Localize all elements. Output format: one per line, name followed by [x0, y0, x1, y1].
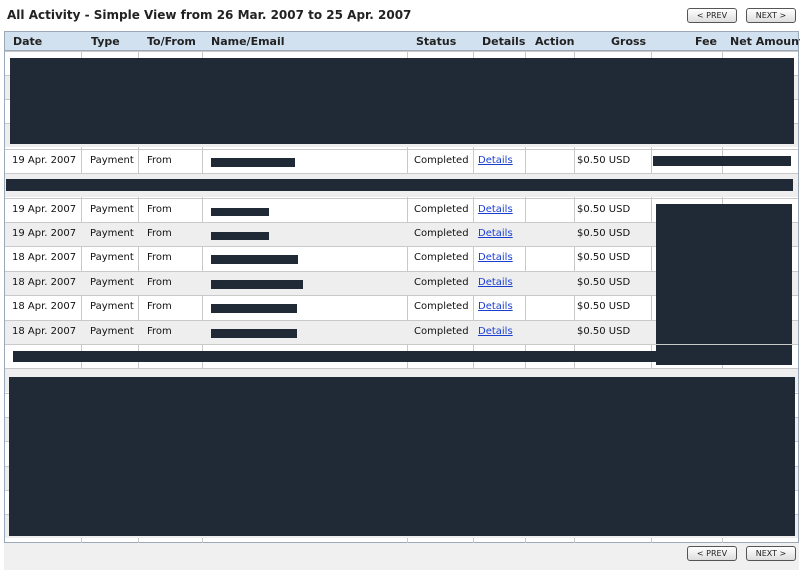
prev-button-top[interactable]: < PREV	[687, 8, 737, 23]
row-date: 18 Apr. 2007	[12, 252, 77, 263]
details-link[interactable]: Details	[478, 252, 513, 263]
row-gross: $0.50 USD	[577, 204, 631, 215]
row-status: Completed	[414, 326, 469, 337]
redacted-fee-net-block	[656, 204, 792, 365]
row-status: Completed	[414, 252, 469, 263]
redacted-name	[211, 255, 298, 264]
row-type: Payment	[90, 252, 134, 263]
row-date: 18 Apr. 2007	[12, 301, 77, 312]
redacted-block	[10, 58, 794, 144]
row-type: Payment	[90, 326, 134, 337]
page-title: All Activity - Simple View from 26 Mar. …	[7, 8, 412, 22]
row-type: Payment	[90, 301, 134, 312]
row-type: Payment	[90, 277, 134, 288]
row-status: Completed	[414, 155, 469, 166]
row-tofrom: From	[147, 204, 172, 215]
row-gross: $0.50 USD	[577, 228, 631, 239]
title-bar: All Activity - Simple View from 26 Mar. …	[0, 0, 800, 30]
redacted-row	[13, 351, 656, 362]
column-header-net-amount[interactable]: Net Amount	[730, 35, 800, 48]
row-date: 19 Apr. 2007	[12, 228, 77, 239]
row-tofrom: From	[147, 301, 172, 312]
column-header-date[interactable]: Date	[13, 35, 42, 48]
row-tofrom: From	[147, 252, 172, 263]
row-status: Completed	[414, 277, 469, 288]
table-row: 19 Apr. 2007 Payment From Completed Deta…	[5, 149, 798, 173]
column-header-fee[interactable]: Fee	[695, 35, 717, 48]
row-gross: $0.50 USD	[577, 277, 631, 288]
details-link[interactable]: Details	[478, 277, 513, 288]
row-gross: $0.50 USD	[577, 301, 631, 312]
row-gross: $0.50 USD	[577, 252, 631, 263]
redacted-name	[211, 304, 297, 313]
column-header-details[interactable]: Details	[482, 35, 525, 48]
redacted-name	[211, 208, 269, 216]
row-type: Payment	[90, 155, 134, 166]
row-date: 19 Apr. 2007	[12, 204, 77, 215]
row-gross: $0.50 USD	[577, 326, 631, 337]
row-type: Payment	[90, 228, 134, 239]
table-footer	[4, 543, 799, 570]
redacted-name	[211, 232, 269, 240]
row-tofrom: From	[147, 228, 172, 239]
row-status: Completed	[414, 301, 469, 312]
next-button-bottom[interactable]: NEXT >	[746, 546, 796, 561]
details-link[interactable]: Details	[478, 326, 513, 337]
column-header-gross[interactable]: Gross	[611, 35, 646, 48]
redacted-row	[6, 179, 793, 191]
row-status: Completed	[414, 204, 469, 215]
redacted-name	[211, 158, 295, 167]
row-tofrom: From	[147, 155, 172, 166]
column-header-type[interactable]: Type	[91, 35, 120, 48]
redacted-name	[211, 329, 297, 338]
row-date: 18 Apr. 2007	[12, 326, 77, 337]
column-header-status[interactable]: Status	[416, 35, 456, 48]
row-date: 19 Apr. 2007	[12, 155, 77, 166]
row-date: 18 Apr. 2007	[12, 277, 77, 288]
column-header-name-email[interactable]: Name/Email	[211, 35, 285, 48]
redacted-fee-net	[653, 156, 791, 166]
details-link[interactable]: Details	[478, 301, 513, 312]
row-gross: $0.50 USD	[577, 155, 631, 166]
next-button-top[interactable]: NEXT >	[746, 8, 796, 23]
details-link[interactable]: Details	[478, 204, 513, 215]
redacted-name	[211, 280, 303, 289]
table-header: Date Type To/From Name/Email Status Deta…	[4, 31, 800, 51]
prev-button-bottom[interactable]: < PREV	[687, 546, 737, 561]
row-tofrom: From	[147, 326, 172, 337]
details-link[interactable]: Details	[478, 228, 513, 239]
details-link[interactable]: Details	[478, 155, 513, 166]
row-status: Completed	[414, 228, 469, 239]
row-type: Payment	[90, 204, 134, 215]
redacted-block	[9, 377, 795, 536]
row-tofrom: From	[147, 277, 172, 288]
column-header-action[interactable]: Action	[535, 35, 574, 48]
column-header-tofrom[interactable]: To/From	[147, 35, 196, 48]
